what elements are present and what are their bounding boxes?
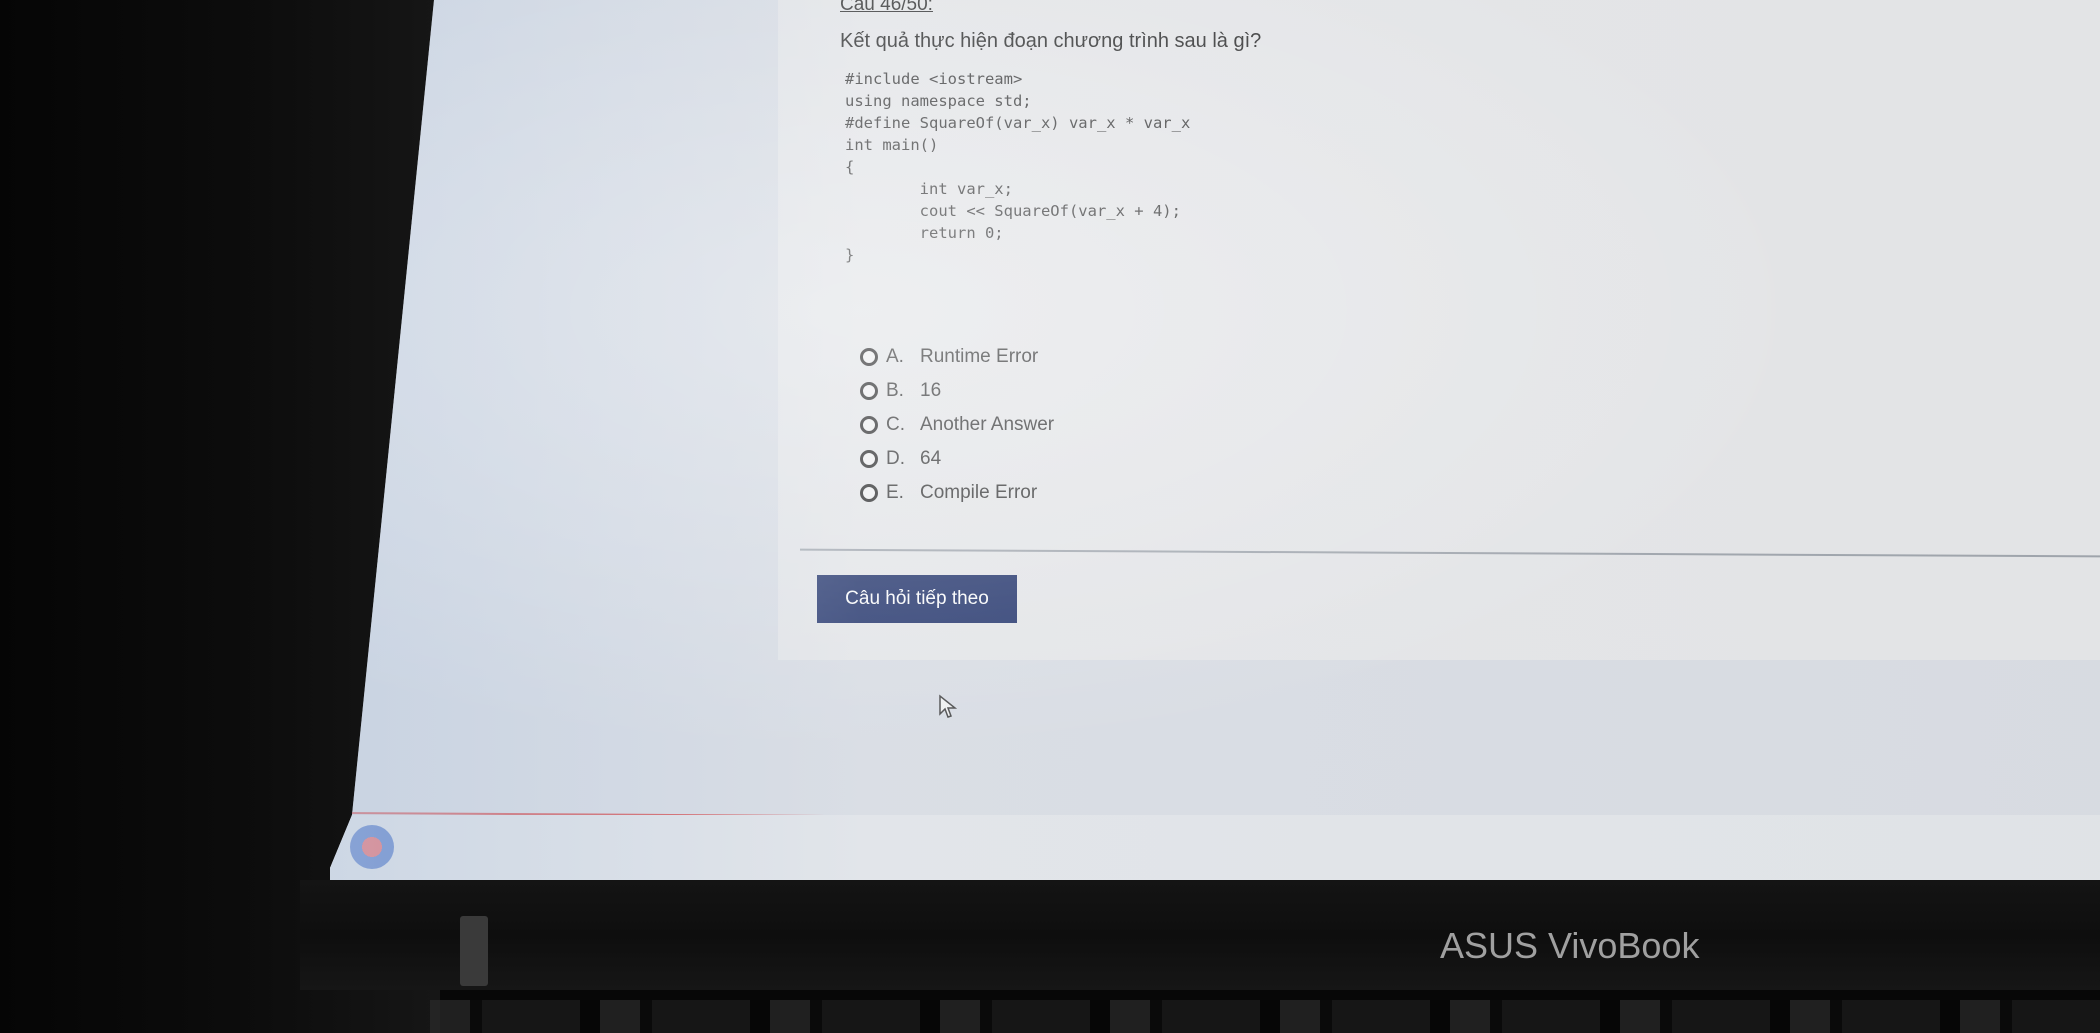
next-question-button[interactable]: Câu hỏi tiếp theo [817,575,1017,623]
code-line: { [845,158,855,176]
option-d[interactable]: D. 64 [860,442,1054,476]
option-letter: B. [886,380,904,401]
option-e[interactable]: E. Compile Error [860,476,1054,510]
option-letter: E. [886,482,904,503]
radio-icon[interactable] [860,484,878,502]
radio-icon[interactable] [860,348,878,366]
question-number: Câu 46/50: [840,0,933,15]
option-label: Runtime Error [920,346,1039,367]
option-c[interactable]: C. Another Answer [860,408,1054,442]
answer-options: A. Runtime Error B. 16 C. Another Answer… [860,340,1054,510]
code-line: } [845,246,855,264]
code-line: using namespace std; [845,92,1032,110]
option-letter: A. [886,346,904,367]
bezel-sticker [460,916,488,986]
code-line: int var_x; [845,180,1013,198]
option-label: 16 [920,380,942,401]
option-label: 64 [920,448,942,469]
keyboard-edge [430,1000,2100,1033]
taskbar [330,815,2100,885]
radio-icon[interactable] [860,450,878,468]
code-line: int main() [845,136,939,154]
brand-logo: ASUS VivoBook [1440,925,1700,966]
mouse-pointer-icon [939,694,958,718]
question-text: Kết quả thực hiện đoạn chương trình sau … [840,30,1262,52]
option-a[interactable]: A. Runtime Error [860,340,1054,374]
laptop-screen: Câu 46/50: Kết quả thực hiện đoạn chương… [330,0,2100,885]
code-line: return 0; [845,224,1004,242]
laptop-bezel [300,880,2100,990]
code-block: #include <iostream> using namespace std; #… [845,68,1190,266]
code-line: cout << SquareOf(var_x + 4); [845,202,1181,220]
option-letter: D. [886,448,905,469]
code-line: #define SquareOf(var_x) var_x * var_x [845,114,1191,132]
code-line: #include <iostream> [845,70,1023,88]
radio-icon[interactable] [860,416,878,434]
option-label: Compile Error [920,482,1038,503]
option-label: Another Answer [920,414,1055,435]
option-b[interactable]: B. 16 [860,374,1054,408]
browser-app-icon[interactable] [350,825,394,869]
radio-icon[interactable] [860,382,878,400]
option-letter: C. [886,414,905,435]
